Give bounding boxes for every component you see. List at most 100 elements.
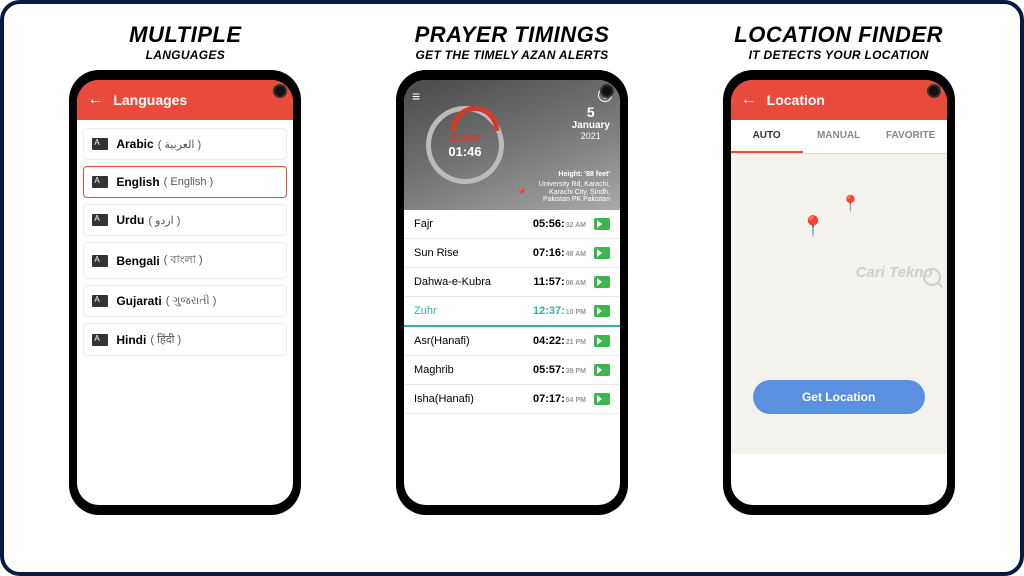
lang-item-arabic[interactable]: Arabic ( العربية ) xyxy=(83,128,287,160)
sound-icon[interactable] xyxy=(594,247,610,259)
map-pin-red-icon: 📍 xyxy=(801,214,826,239)
prayer-row-sunrise[interactable]: Sun Rise 07:16:48 AM xyxy=(404,239,620,268)
translate-icon xyxy=(92,334,108,346)
lang-name: Bengali xyxy=(116,254,159,268)
prayer-name: Zuhr xyxy=(414,305,533,317)
prayer-time: 04:22:21 PM xyxy=(533,335,586,347)
phone-screen-3: ← Location AUTO MANUAL FAVORITE 📍 📍 Cari… xyxy=(731,80,947,505)
lang-name: Hindi xyxy=(116,333,146,347)
heading-location: LOCATION FINDER IT DETECTS YOUR LOCATION xyxy=(734,22,943,62)
prayer-row-maghrib[interactable]: Maghrib 05:57:39 PM xyxy=(404,356,620,385)
appbar-title: Location xyxy=(767,92,825,108)
get-location-button[interactable]: Get Location xyxy=(753,380,925,414)
map-pin-gray-icon: 📍 xyxy=(841,194,861,214)
date-day: 5 xyxy=(572,104,610,120)
appbar-languages: ← Languages xyxy=(77,80,293,120)
camera-hole xyxy=(600,84,614,98)
panel-location: LOCATION FINDER IT DETECTS YOUR LOCATION… xyxy=(689,22,989,515)
heading-big: PRAYER TIMINGS xyxy=(415,22,610,48)
date-block: 5 January 2021 xyxy=(572,104,610,141)
appbar-title: Languages xyxy=(113,92,187,108)
lang-item-bengali[interactable]: Bengali ( বাংলা ) xyxy=(83,242,287,279)
tab-manual[interactable]: MANUAL xyxy=(803,120,875,153)
sound-icon[interactable] xyxy=(594,364,610,376)
heading-languages: MULTIPLE LANGUAGES xyxy=(129,22,241,62)
language-list: Arabic ( العربية ) English ( English ) U… xyxy=(77,120,293,370)
prayer-name: Dahwa-e-Kubra xyxy=(414,276,533,288)
sound-icon[interactable] xyxy=(594,218,610,230)
prayer-header: ≡ i Zuhar 01:46 5 January 2021 📍 Height:… xyxy=(404,80,620,210)
prayer-time: 05:56:32 AM xyxy=(533,218,586,230)
prayer-row-asr[interactable]: Asr(Hanafi) 04:22:21 PM xyxy=(404,327,620,356)
tab-favorite[interactable]: FAVORITE xyxy=(875,120,947,153)
prayer-row-dahwa[interactable]: Dahwa-e-Kubra 11:57:06 AM xyxy=(404,268,620,297)
phone-frame-1: ← Languages Arabic ( العربية ) English (… xyxy=(69,70,301,515)
phone-screen-1: ← Languages Arabic ( العربية ) English (… xyxy=(77,80,293,505)
lang-native: ( ગુજરાતી ) xyxy=(166,295,217,308)
back-icon[interactable]: ← xyxy=(87,91,103,109)
lang-native: ( বাংলা ) xyxy=(164,251,203,270)
translate-icon xyxy=(92,176,108,188)
date-month: January xyxy=(572,120,610,131)
heading-small: IT DETECTS YOUR LOCATION xyxy=(734,48,943,62)
lang-item-urdu[interactable]: Urdu ( اردو ) xyxy=(83,204,287,236)
map-area: 📍 📍 Cari Tekno Get Location xyxy=(731,154,947,454)
lang-native: ( العربية ) xyxy=(158,138,202,151)
clock-label: Zuhar xyxy=(450,132,481,144)
prayer-time: 07:16:48 AM xyxy=(533,247,586,259)
lang-name: Urdu xyxy=(116,213,144,227)
lang-native: ( हिंदी ) xyxy=(150,332,181,347)
height-text: Height: '88 feet' xyxy=(539,171,610,179)
heading-big: MULTIPLE xyxy=(129,22,241,48)
prayer-time: 05:57:39 PM xyxy=(533,364,586,376)
lang-name: Arabic xyxy=(116,137,153,151)
back-icon[interactable]: ← xyxy=(741,91,757,109)
panel-prayer-timings: PRAYER TIMINGS GET THE TIMELY AZAN ALERT… xyxy=(362,22,662,515)
address-text: University Rd, Karachi, Karachi City, Si… xyxy=(539,181,610,204)
prayer-name: Isha(Hanafi) xyxy=(414,393,533,405)
translate-icon xyxy=(92,138,108,150)
watermark-text: Cari Tekno xyxy=(856,264,933,281)
prayer-name: Asr(Hanafi) xyxy=(414,335,533,347)
sound-icon[interactable] xyxy=(594,335,610,347)
lang-name: English xyxy=(116,175,159,189)
location-text: Height: '88 feet' University Rd, Karachi… xyxy=(539,171,610,204)
panel-languages: MULTIPLE LANGUAGES ← Languages Arabic ( … xyxy=(35,22,335,515)
phone-frame-3: ← Location AUTO MANUAL FAVORITE 📍 📍 Cari… xyxy=(723,70,955,515)
heading-prayer: PRAYER TIMINGS GET THE TIMELY AZAN ALERT… xyxy=(415,22,610,62)
clock-time: 01:46 xyxy=(448,144,481,159)
translate-icon xyxy=(92,255,108,267)
lang-native: ( اردو ) xyxy=(148,214,180,227)
prayer-time: 07:17:54 PM xyxy=(533,393,586,405)
lang-name: Gujarati xyxy=(116,294,161,308)
lang-native: ( English ) xyxy=(164,176,214,188)
prayer-time: 12:37:10 PM xyxy=(533,305,586,317)
sound-icon[interactable] xyxy=(594,305,610,317)
countdown-clock: Zuhar 01:46 xyxy=(426,106,504,184)
prayer-name: Sun Rise xyxy=(414,247,533,259)
tab-auto[interactable]: AUTO xyxy=(731,120,803,153)
prayer-name: Maghrib xyxy=(414,364,533,376)
heading-small: GET THE TIMELY AZAN ALERTS xyxy=(415,48,610,62)
camera-hole xyxy=(927,84,941,98)
prayer-row-zuhr[interactable]: Zuhr 12:37:10 PM xyxy=(404,297,620,327)
location-tabs: AUTO MANUAL FAVORITE xyxy=(731,120,947,154)
lang-item-gujarati[interactable]: Gujarati ( ગુજરાતી ) xyxy=(83,285,287,317)
phone-frame-2: ≡ i Zuhar 01:46 5 January 2021 📍 Height:… xyxy=(396,70,628,515)
heading-small: LANGUAGES xyxy=(129,48,241,62)
lang-item-hindi[interactable]: Hindi ( हिंदी ) xyxy=(83,323,287,356)
location-pin-icon[interactable]: 📍 xyxy=(516,189,528,200)
phone-screen-2: ≡ i Zuhar 01:46 5 January 2021 📍 Height:… xyxy=(404,80,620,505)
hamburger-icon[interactable]: ≡ xyxy=(412,88,420,104)
sound-icon[interactable] xyxy=(594,276,610,288)
prayer-row-isha[interactable]: Isha(Hanafi) 07:17:54 PM xyxy=(404,385,620,414)
promo-frame: MULTIPLE LANGUAGES ← Languages Arabic ( … xyxy=(0,0,1024,576)
translate-icon xyxy=(92,214,108,226)
prayer-name: Fajr xyxy=(414,218,533,230)
magnifier-icon xyxy=(923,268,941,286)
heading-big: LOCATION FINDER xyxy=(734,22,943,48)
prayer-row-fajr[interactable]: Fajr 05:56:32 AM xyxy=(404,210,620,239)
prayer-time: 11:57:06 AM xyxy=(533,276,586,288)
lang-item-english[interactable]: English ( English ) xyxy=(83,166,287,198)
sound-icon[interactable] xyxy=(594,393,610,405)
